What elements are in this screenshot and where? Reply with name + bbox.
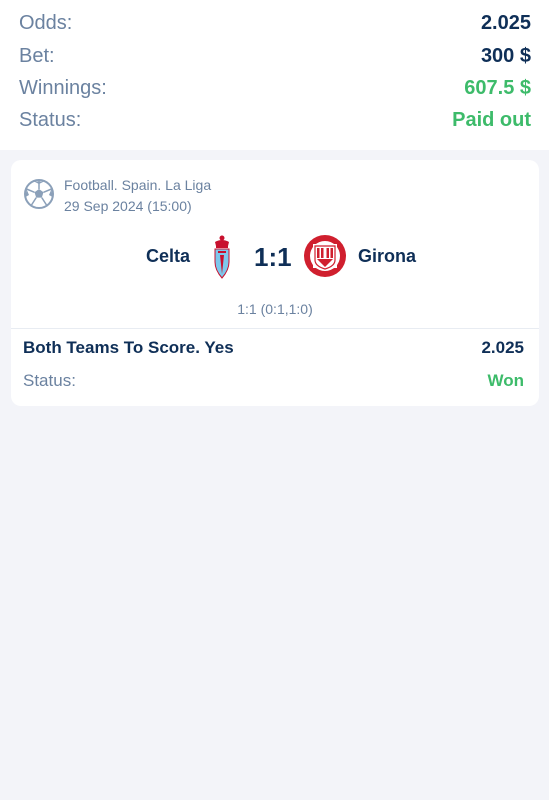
- half-time-scores: 1:1 (0:1,1:0): [237, 301, 313, 317]
- winnings-row: Winnings: 607.5 $: [19, 73, 531, 103]
- pick-market: Both Teams To Score. Yes: [23, 338, 234, 357]
- status-row: Status: Paid out: [19, 105, 531, 135]
- girona-crest-icon: [304, 235, 346, 277]
- match-score: 1:1: [254, 242, 292, 272]
- pick-status-label: Status:: [23, 371, 76, 390]
- bet-value: 300 $: [480, 44, 531, 67]
- status-value: Paid out: [452, 108, 531, 131]
- event-datetime: 29 Sep 2024 (15:00): [64, 198, 192, 214]
- bet-row: Bet: 300 $: [19, 41, 531, 71]
- league-name: Football. Spain. La Liga: [64, 177, 212, 193]
- status-label: Status:: [19, 108, 82, 131]
- bet-summary: Odds: 2.025 Bet: 300 $ Winnings: 607.5 $…: [0, 0, 549, 150]
- divider: [11, 328, 539, 329]
- football-icon: [24, 179, 54, 209]
- bet-label: Bet:: [19, 44, 55, 67]
- celta-crest-icon: [214, 235, 230, 279]
- odds-label: Odds:: [19, 11, 73, 34]
- away-team-name: Girona: [358, 246, 417, 266]
- winnings-value: 607.5 $: [464, 76, 531, 99]
- odds-value: 2.025: [480, 11, 531, 34]
- winnings-label: Winnings:: [19, 76, 107, 99]
- home-team-name: Celta: [145, 246, 190, 266]
- pick-status-value: Won: [487, 371, 524, 390]
- event-card[interactable]: Football. Spain. La Liga 29 Sep 2024 (15…: [11, 160, 539, 406]
- pick-odds: 2.025: [481, 338, 524, 357]
- odds-row: Odds: 2.025: [19, 8, 531, 38]
